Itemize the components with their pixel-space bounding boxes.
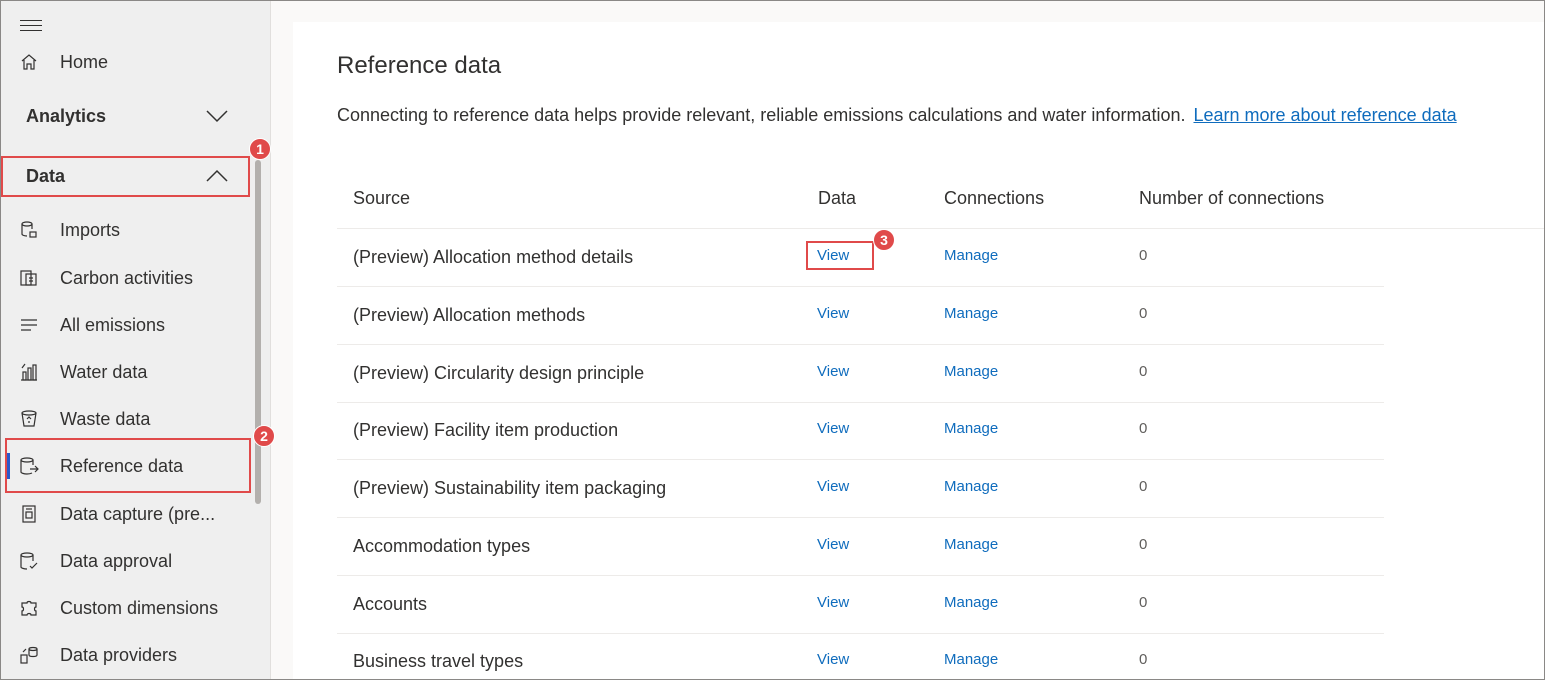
column-header-source[interactable]: Source [353,188,410,209]
sidebar-item-custom-dimensions[interactable]: Custom dimensions [0,588,258,628]
manage-link[interactable]: Manage [944,305,998,322]
sidebar-item-waste-data[interactable]: Waste data [0,399,258,439]
table-row[interactable]: (Preview) Facility item production View … [337,402,1384,460]
sidebar-item-imports[interactable]: Imports [0,210,258,250]
manage-link[interactable]: Manage [944,478,998,495]
manage-link[interactable]: Manage [944,594,998,611]
data-group-label: Data [26,165,66,186]
cell-source: (Preview) Sustainability item packaging [353,478,667,498]
view-link[interactable]: View [817,420,849,437]
view-link[interactable]: View [817,363,849,380]
providers-icon [18,644,40,666]
cell-source: (Preview) Allocation methods [353,305,586,325]
hamburger-menu-icon[interactable] [20,20,42,36]
table-row[interactable]: (Preview) Sustainability item packaging … [337,460,1384,518]
callout-badge-3: 3 [873,229,895,251]
carbon-activities-icon [18,267,40,289]
sidebar-item-label: Data providers [60,644,178,665]
puzzle-icon [18,597,40,619]
home-icon [18,51,40,73]
sidebar-scrollbar[interactable] [255,160,261,504]
analytics-group-header[interactable]: Analytics [0,96,250,136]
callout-badge-1: 1 [249,138,271,160]
list-icon [18,314,40,336]
table-row[interactable]: (Preview) Allocation methods View Manage… [337,287,1384,345]
sidebar-item-water-data[interactable]: Water data [0,352,258,392]
learn-more-link[interactable]: Learn more about reference data [1193,105,1456,125]
column-header-data[interactable]: Data [818,188,856,209]
column-header-number-of-connections[interactable]: Number of connections [1139,188,1324,209]
view-link[interactable]: View [817,651,849,668]
view-link[interactable]: View [817,594,849,611]
sidebar-item-label: Home [60,51,109,72]
chevron-down-icon [206,109,228,123]
table-row[interactable]: Business travel types View Manage 0 [337,633,1384,680]
cell-connection-count: 0 [1139,651,1148,668]
sidebar-item-label: Carbon activities [60,267,194,288]
sidebar-item-data-approval[interactable]: Data approval [0,541,258,581]
database-check-icon [18,550,40,572]
waste-bin-icon [18,408,40,430]
cell-source: (Preview) Allocation method details [353,247,634,267]
cell-connection-count: 0 [1139,536,1148,553]
cell-source: (Preview) Facility item production [353,420,619,440]
manage-link[interactable]: Manage [944,247,998,264]
cell-source: Business travel types [353,651,524,671]
page-title: Reference data [337,52,502,79]
page-description: Connecting to reference data helps provi… [337,105,1457,126]
sidebar-item-label: Data approval [60,550,173,571]
table-header: Source Data Connections Number of connec… [337,172,1545,229]
cell-source: (Preview) Circularity design principle [353,363,645,383]
sidebar-item-label: Water data [60,361,148,382]
cell-connection-count: 0 [1139,247,1148,264]
description-text: Connecting to reference data helps provi… [337,105,1186,125]
sidebar-item-all-emissions[interactable]: All emissions [0,305,258,345]
sidebar-item-home[interactable]: Home [0,42,258,82]
data-group-header[interactable]: Data [0,156,250,196]
table-row[interactable]: Accounts View Manage 0 [337,576,1384,634]
callout-badge-2: 2 [253,425,275,447]
sidebar-item-data-capture[interactable]: Data capture (pre... [0,494,258,534]
manage-link[interactable]: Manage [944,651,998,668]
view-link[interactable]: View [817,247,849,264]
cell-connection-count: 0 [1139,420,1148,437]
view-link[interactable]: View [817,536,849,553]
sidebar-item-data-providers[interactable]: Data providers [0,635,258,675]
cell-source: Accommodation types [353,536,531,556]
manage-link[interactable]: Manage [944,420,998,437]
manage-link[interactable]: Manage [944,363,998,380]
manage-link[interactable]: Manage [944,536,998,553]
chevron-up-icon [206,169,228,183]
form-icon [18,503,40,525]
cell-source: Accounts [353,594,428,614]
view-link[interactable]: View [817,478,849,495]
imports-icon [18,219,40,241]
sidebar-item-label: Custom dimensions [60,597,219,618]
table-row[interactable]: Accommodation types View Manage 0 [337,518,1384,576]
sidebar-item-label: Reference data [60,455,184,476]
cell-connection-count: 0 [1139,478,1148,495]
sidebar-nav: Home Analytics Data Imports Carbon activ… [0,0,271,680]
water-chart-icon [18,361,40,383]
cell-connection-count: 0 [1139,305,1148,322]
sidebar-item-label: Data capture (pre... [60,503,216,524]
sidebar-item-label: Imports [60,219,121,240]
sidebar-item-reference-data[interactable]: Reference data [0,446,258,486]
cell-connection-count: 0 [1139,363,1148,380]
database-export-icon [18,455,40,477]
analytics-group-label: Analytics [26,105,107,126]
sidebar-item-label: All emissions [60,314,166,335]
cell-connection-count: 0 [1139,594,1148,611]
main-content: Reference data Connecting to reference d… [293,22,1545,680]
column-header-connections[interactable]: Connections [944,188,1044,209]
sidebar-item-carbon-activities[interactable]: Carbon activities [0,258,258,298]
sidebar-item-label: Waste data [60,408,151,429]
table-row[interactable]: (Preview) Circularity design principle V… [337,345,1384,403]
table-row[interactable]: (Preview) Allocation method details View… [337,229,1384,287]
view-link[interactable]: View [817,305,849,322]
